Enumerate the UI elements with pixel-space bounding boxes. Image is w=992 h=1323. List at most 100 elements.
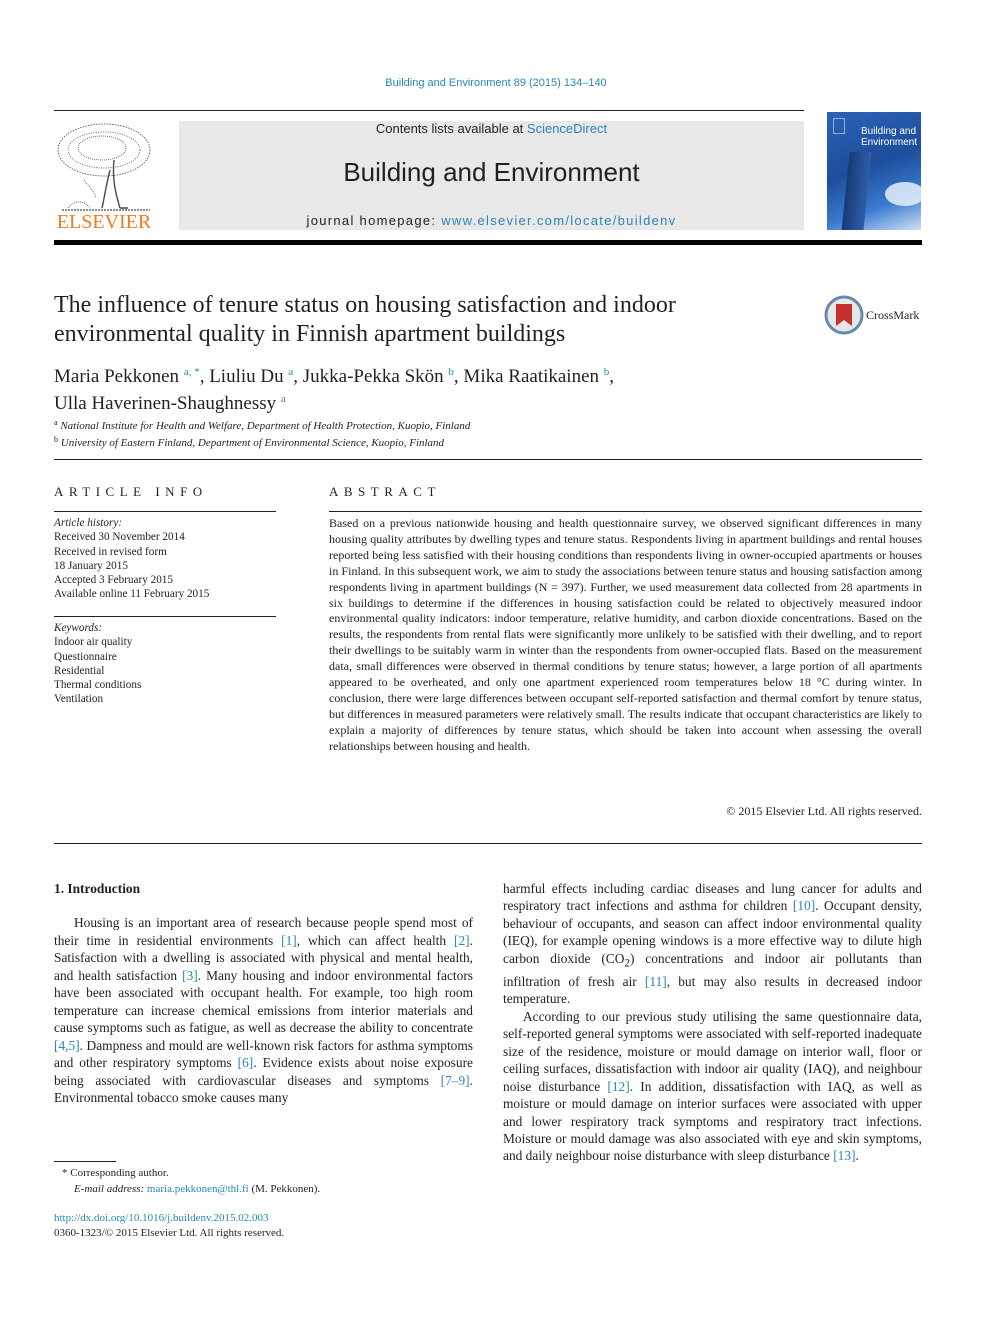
paragraph: harmful effects including cardiac diseas… (503, 881, 922, 1007)
journal-title: Building and Environment (343, 157, 640, 187)
article-title: The influence of tenure status on housin… (54, 292, 676, 347)
citation-link[interactable]: [10] (793, 898, 815, 913)
history-item: Received 30 November 2014 (54, 531, 185, 544)
divider (329, 511, 922, 512)
author[interactable]: Ulla Haverinen-Shaughnessy a (54, 393, 286, 414)
article-history: Article history: Received 30 November 20… (54, 516, 276, 602)
keywords: Keywords: Indoor air quality Questionnai… (54, 621, 276, 707)
paragraph: According to our previous study utilisin… (503, 1008, 923, 1164)
citation-link[interactable]: [2] (454, 933, 470, 948)
email-link[interactable]: maria.pekkonen@thl.fi (147, 1183, 249, 1195)
masthead-rule (54, 240, 922, 245)
affiliation-mark[interactable]: a (281, 393, 286, 405)
keywords-label: Keywords: (54, 622, 103, 634)
corresponding-note: * Corresponding author. (54, 1166, 484, 1182)
separator: , (293, 366, 303, 387)
affiliation-mark[interactable]: a, * (184, 366, 200, 378)
author-name: Ulla Haverinen-Shaughnessy (54, 393, 277, 414)
footnote-rule (54, 1161, 116, 1162)
author-name: Liuliu Du (209, 366, 284, 387)
citation-link[interactable]: [3] (182, 968, 198, 983)
homepage-line: journal homepage: www.elsevier.com/locat… (179, 213, 804, 228)
footnote: * Corresponding author. E-mail address: … (54, 1166, 484, 1197)
affiliation-text: National Institute for Health and Welfar… (60, 420, 471, 432)
abstract-copyright: © 2015 Elsevier Ltd. All rights reserved… (726, 804, 922, 818)
email-label: E-mail address: (74, 1182, 145, 1195)
affiliation: b University of Eastern Finland, Departm… (54, 433, 814, 450)
footnote-mark: * (62, 1167, 68, 1179)
separator: , (199, 366, 210, 387)
issn-line: 0360-1323/© 2015 Elsevier Ltd. All right… (54, 1227, 285, 1239)
article-info-heading: ARTICLE INFO (54, 484, 208, 499)
footnote-text: Corresponding author. (70, 1167, 169, 1179)
divider (54, 843, 922, 844)
history-label: Article history: (54, 517, 123, 529)
affiliations: a National Institute for Health and Welf… (54, 416, 814, 450)
keyword: Ventilation (54, 693, 104, 706)
divider (54, 616, 276, 617)
divider (54, 110, 804, 111)
divider (54, 511, 276, 512)
crossmark-icon (824, 295, 864, 335)
citation-link[interactable]: [13] (833, 1148, 855, 1163)
author-name: Mika Raatikainen (463, 366, 600, 387)
author-name: Maria Pekkonen (54, 366, 180, 387)
keyword: Residential (54, 664, 105, 677)
citation-link[interactable]: [7–9] (441, 1073, 470, 1088)
abstract-body: Based on a previous nationwide housing a… (329, 516, 922, 753)
journal-cover-image[interactable]: Building and Environment (827, 112, 921, 230)
history-item: Available online 11 February 2015 (54, 588, 210, 601)
author[interactable]: Maria Pekkonen a, *, (54, 366, 209, 387)
keyword: Thermal conditions (54, 679, 142, 692)
history-item: 18 January 2015 (54, 559, 128, 572)
citation-link[interactable]: [6] (238, 1055, 254, 1070)
doi-block: http://dx.doi.org/10.1016/j.buildenv.201… (54, 1211, 484, 1241)
cover-cloud-graphic (885, 182, 921, 206)
separator: , (609, 366, 615, 387)
running-head[interactable]: Building and Environment 89 (2015) 134–1… (0, 77, 992, 89)
keyword: Indoor air quality (54, 636, 133, 649)
crossmark-button[interactable]: CrossMark (824, 295, 924, 335)
section-heading: 1. Introduction (54, 881, 141, 896)
email-suffix: (M. Pekkonen). (248, 1182, 321, 1195)
author-name: Jukka-Pekka Skön (302, 366, 444, 387)
homepage-link[interactable]: www.elsevier.com/locate/buildenv (441, 213, 676, 228)
elsevier-wordmark: ELSEVIER (57, 211, 152, 232)
elsevier-logo[interactable]: ELSEVIER (54, 120, 156, 233)
cover-logo-icon (833, 118, 845, 134)
email-note: E-mail address: maria.pekkonen@thl.fi (M… (54, 1182, 484, 1198)
divider (54, 459, 922, 460)
author[interactable]: Mika Raatikainen b, (463, 366, 614, 387)
citation-link[interactable]: [12] (607, 1079, 629, 1094)
cover-building-graphic (840, 152, 872, 230)
keyword: Questionnaire (54, 650, 117, 663)
author[interactable]: Jukka-Pekka Skön b, (303, 366, 464, 387)
body-column-left: 1. Introduction Housing is an important … (54, 880, 473, 1106)
author[interactable]: Liuliu Du a, (209, 366, 303, 387)
cover-title-line: Building and (861, 126, 917, 137)
contents-line: Contents lists available at ScienceDirec… (179, 121, 804, 136)
citation-link[interactable]: [11] (645, 974, 667, 989)
history-item: Accepted 3 February 2015 (54, 574, 173, 587)
affiliation-text: University of Eastern Finland, Departmen… (60, 437, 445, 449)
sciencedirect-link[interactable]: ScienceDirect (527, 121, 607, 136)
body-column-right: harmful effects including cardiac diseas… (503, 880, 922, 1165)
crossmark-label: CrossMark (866, 308, 920, 322)
contents-prefix: Contents lists available at (375, 121, 527, 136)
separator: , (453, 366, 464, 387)
masthead: Contents lists available at ScienceDirec… (179, 121, 804, 230)
history-item: Received in revised form (54, 545, 167, 558)
subscript: 2 (624, 957, 630, 970)
cover-title-line: Environment (861, 137, 918, 148)
citation-link[interactable]: [4,5] (54, 1038, 80, 1053)
tree-icon: ELSEVIER (57, 123, 152, 233)
affiliation-label: a (54, 418, 58, 427)
citation-link[interactable]: [1] (281, 933, 297, 948)
homepage-prefix: journal homepage: (306, 213, 442, 228)
affiliation: a National Institute for Health and Welf… (54, 416, 814, 433)
cover-title: Building and Environment (861, 126, 917, 148)
author-list: Maria Pekkonen a, *, Liuliu Du a, Jukka-… (54, 361, 814, 415)
doi-link[interactable]: http://dx.doi.org/10.1016/j.buildenv.201… (54, 1211, 484, 1226)
abstract-heading: ABSTRACT (329, 484, 441, 499)
paragraph: Housing is an important area of research… (54, 915, 474, 1105)
